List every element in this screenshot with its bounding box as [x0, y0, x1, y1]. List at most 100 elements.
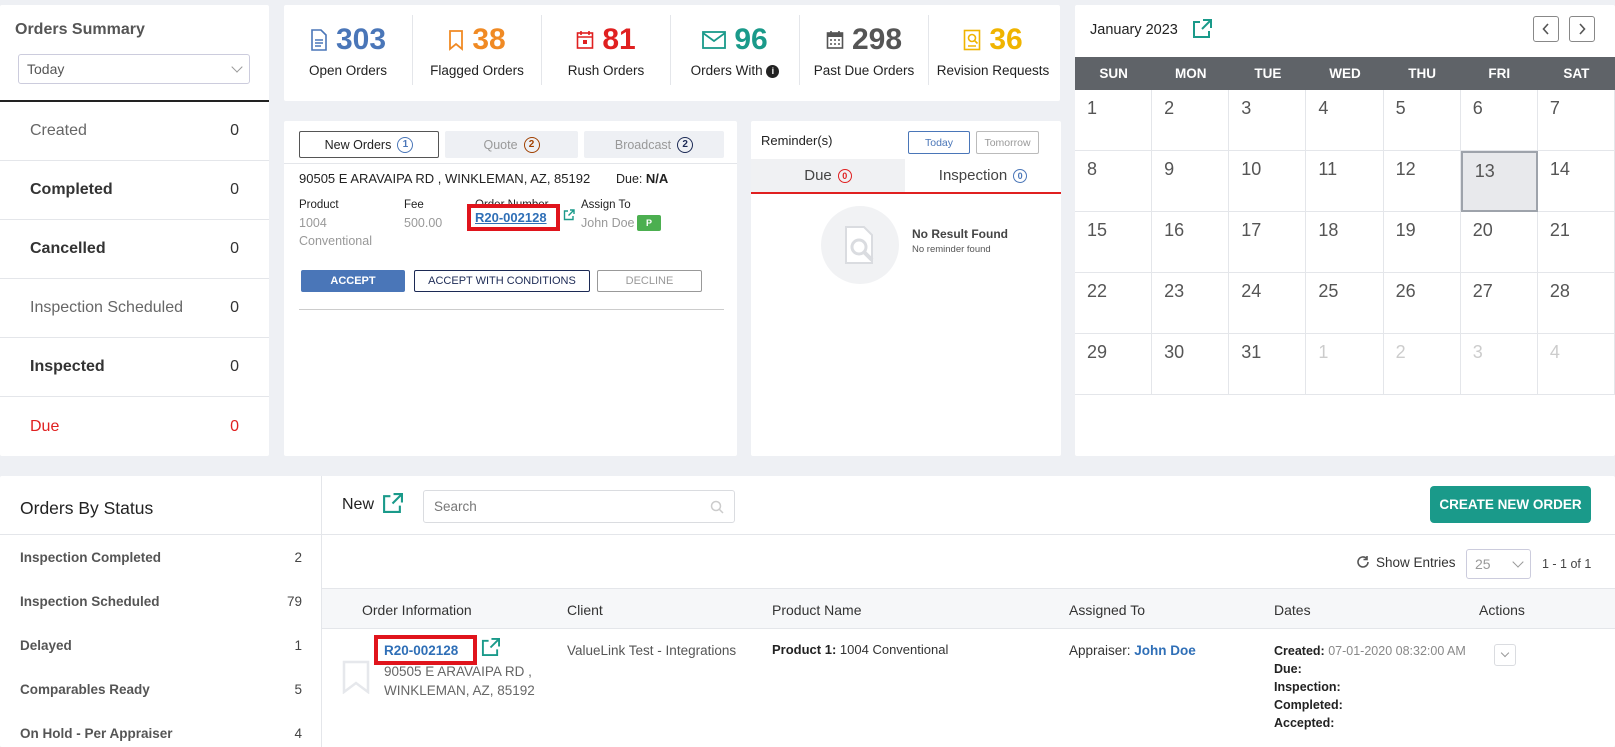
external-link-icon[interactable] — [382, 493, 403, 514]
external-link-icon[interactable] — [481, 638, 500, 657]
calendar-day[interactable]: 24 — [1229, 273, 1307, 334]
prev-month-button[interactable] — [1533, 16, 1559, 42]
next-month-button[interactable] — [1569, 16, 1595, 42]
calendar-day[interactable]: 15 — [1075, 212, 1153, 273]
stat-flagged-orders[interactable]: 38 Flagged Orders — [413, 5, 541, 101]
calendar-day[interactable]: 8 — [1075, 151, 1153, 212]
calendar-day[interactable]: 14 — [1537, 151, 1615, 212]
bookmark-icon[interactable] — [342, 660, 370, 694]
accept-with-conditions-button[interactable]: ACCEPT WITH CONDITIONS — [414, 270, 590, 292]
summary-period-select[interactable]: Today — [18, 54, 250, 84]
assignee-name: John Doe — [581, 216, 635, 230]
calendar-day[interactable]: 7 — [1537, 90, 1615, 151]
summary-row-cancelled[interactable]: Cancelled 0 — [0, 220, 269, 279]
calendar-day[interactable]: 1 — [1075, 90, 1153, 151]
calendar-day[interactable]: 13 — [1460, 151, 1538, 212]
info-icon[interactable]: i — [766, 64, 780, 78]
chevron-down-icon — [1512, 556, 1524, 568]
status-row[interactable]: Inspection Scheduled 79 — [0, 579, 322, 623]
tab-label: Due — [804, 167, 832, 184]
orders-summary-title: Orders Summary — [15, 21, 145, 38]
status-row[interactable]: Delayed 1 — [0, 623, 322, 667]
calendar-day[interactable]: 21 — [1537, 212, 1615, 273]
calendar-day[interactable]: 29 — [1075, 334, 1153, 395]
summary-row-created[interactable]: Created 0 — [0, 102, 269, 161]
calendar-day[interactable]: 20 — [1460, 212, 1538, 273]
summary-row-inspection-scheduled[interactable]: Inspection Scheduled 0 — [0, 279, 269, 338]
calendar-day[interactable]: 25 — [1306, 273, 1384, 334]
stat-revision-requests[interactable]: 36 Revision Requests — [929, 5, 1057, 101]
calendar-day[interactable]: 22 — [1075, 273, 1153, 334]
due-label: Due: — [1274, 662, 1302, 676]
status-row[interactable]: Inspection Completed 2 — [0, 535, 322, 579]
tomorrow-button[interactable]: Tomorrow — [976, 131, 1039, 154]
calendar-day[interactable]: 16 — [1152, 212, 1230, 273]
calendar-day[interactable]: 23 — [1152, 273, 1230, 334]
calendar-day[interactable]: 9 — [1152, 151, 1230, 212]
appraiser-link[interactable]: John Doe — [1134, 643, 1196, 658]
calendar-day[interactable]: 18 — [1306, 212, 1384, 273]
calendar-day[interactable]: 3 — [1460, 334, 1538, 395]
calendar-day[interactable]: 10 — [1229, 151, 1307, 212]
calendar-day[interactable]: 2 — [1383, 334, 1461, 395]
product-label: Product 1: — [772, 642, 837, 657]
stat-past-due-orders[interactable]: 298 Past Due Orders — [800, 5, 928, 101]
tab-quote[interactable]: Quote 2 — [445, 131, 578, 158]
create-new-order-button[interactable]: CREATE NEW ORDER — [1430, 486, 1591, 523]
today-button[interactable]: Today — [908, 131, 970, 154]
row-actions-button[interactable] — [1494, 644, 1516, 666]
calendar-day[interactable]: 19 — [1383, 212, 1461, 273]
status-count: 1 — [294, 637, 302, 653]
status-count: 5 — [294, 681, 302, 697]
summary-label: Created — [30, 122, 87, 139]
decline-button[interactable]: DECLINE — [597, 270, 702, 292]
summary-row-inspected[interactable]: Inspected 0 — [0, 338, 269, 397]
fee-label: Fee — [404, 199, 424, 211]
stat-open-orders[interactable]: 303 Open Orders — [284, 5, 412, 101]
chevron-down-icon — [231, 61, 243, 73]
tab-broadcast[interactable]: Broadcast 2 — [584, 131, 724, 158]
status-row[interactable]: On Hold - Per Appraiser 4 — [0, 711, 322, 747]
status-row[interactable]: Comparables Ready 5 — [0, 667, 322, 711]
summary-row-completed[interactable]: Completed 0 — [0, 161, 269, 220]
search-placeholder: Search — [434, 499, 477, 514]
order-number-link[interactable]: R20-002128 — [475, 210, 547, 225]
search-input[interactable]: Search — [423, 490, 735, 523]
weekday-label: SAT — [1563, 66, 1590, 81]
calendar-day[interactable]: 28 — [1537, 273, 1615, 334]
calendar-day[interactable]: 17 — [1229, 212, 1307, 273]
external-link-icon[interactable] — [563, 209, 575, 221]
entries-select[interactable]: 25 — [1466, 549, 1531, 579]
due-label: Due: — [616, 172, 643, 186]
refresh-icon[interactable] — [1356, 555, 1370, 569]
calendar-day[interactable]: 27 — [1460, 273, 1538, 334]
status-count: 2 — [294, 549, 302, 565]
due-value: N/A — [645, 171, 669, 186]
calendar-day[interactable]: 12 — [1383, 151, 1461, 212]
calendar-day[interactable]: 4 — [1306, 90, 1384, 151]
calendar-day[interactable]: 11 — [1306, 151, 1384, 212]
calendar-day[interactable]: 26 — [1383, 273, 1461, 334]
summary-row-due[interactable]: Due 0 — [0, 397, 269, 456]
tab-inspection[interactable]: Inspection 0 — [905, 159, 1061, 192]
stat-rush-orders[interactable]: 81 Rush Orders — [542, 5, 670, 101]
calendar-day[interactable]: 5 — [1383, 90, 1461, 151]
calendar-day[interactable]: 6 — [1460, 90, 1538, 151]
status-label: Inspection Scheduled — [20, 593, 160, 609]
tab-due[interactable]: Due 0 — [751, 159, 905, 192]
appraiser-label: Appraiser: — [1069, 643, 1131, 658]
external-link-icon[interactable] — [1192, 19, 1212, 39]
order-number-link[interactable]: R20-002128 — [384, 643, 458, 658]
calendar-day[interactable]: 31 — [1229, 334, 1307, 395]
tab-new-orders[interactable]: New Orders 1 — [299, 131, 439, 158]
created-value: 07-01-2020 08:32:00 AM — [1328, 644, 1466, 658]
orders-section: Orders By Status Inspection Completed 2 I… — [0, 476, 1615, 747]
calendar-day[interactable]: 1 — [1306, 334, 1384, 395]
weekday-label: SUN — [1099, 66, 1128, 81]
calendar-day[interactable]: 3 — [1229, 90, 1307, 151]
calendar-day[interactable]: 4 — [1537, 334, 1615, 395]
accept-button[interactable]: ACCEPT — [301, 270, 405, 292]
calendar-day[interactable]: 30 — [1152, 334, 1230, 395]
calendar-day[interactable]: 2 — [1152, 90, 1230, 151]
stat-orders-with[interactable]: 96 Orders With i — [671, 5, 799, 101]
